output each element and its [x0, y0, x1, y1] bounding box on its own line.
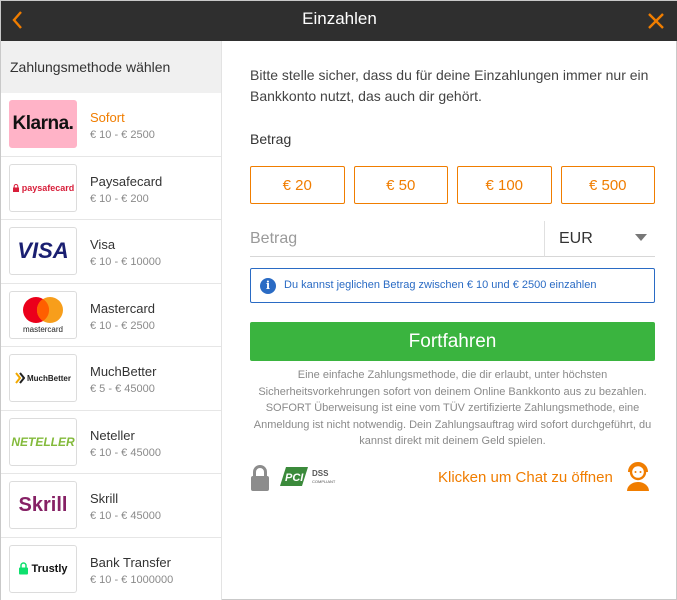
payment-method-sofort[interactable]: Klarna. Sofort € 10 - € 2500	[1, 93, 221, 157]
mastercard-circles-icon	[23, 296, 63, 323]
page-title: Einzahlen	[302, 9, 377, 28]
payment-method-name: Neteller	[90, 427, 135, 443]
info-text: Du kannst jeglichen Betrag zwischen € 10…	[284, 279, 597, 291]
payment-method-range: € 10 - € 45000	[90, 446, 161, 459]
payment-method-range: € 10 - € 2500	[90, 129, 155, 141]
klarna-logo: Klarna.	[9, 100, 77, 148]
payment-method-visa[interactable]: VISA Visa € 10 - € 10000	[1, 220, 221, 284]
svg-text:DSS: DSS	[312, 469, 329, 478]
payment-method-name: MuchBetter	[90, 364, 157, 379]
payment-method-name: Mastercard	[90, 300, 156, 316]
payment-method-neteller[interactable]: NETELLER Neteller € 10 - € 45000	[1, 411, 221, 474]
payment-method-name: Skrill	[90, 491, 119, 506]
payment-method-bank-transfer[interactable]: Trustly Bank Transfer € 10 - € 1000000	[1, 538, 221, 600]
payment-method-name: Paysafecard	[90, 173, 163, 189]
payment-method-muchbetter[interactable]: MuchBetter MuchBetter € 5 - € 45000	[1, 347, 221, 411]
payment-method-paysafecard[interactable]: paysafecard Paysafecard € 10 - € 200	[1, 157, 221, 220]
payment-method-range: € 5 - € 45000	[90, 383, 155, 395]
open-chat-link[interactable]: Klicken um Chat zu öffnen	[438, 469, 613, 486]
neteller-logo: NETELLER	[9, 417, 77, 466]
pci-dss-logo: PCI DSS COMPLIANT	[280, 467, 336, 486]
continue-button[interactable]: Fortfahren	[250, 322, 655, 361]
amount-label: Betrag	[250, 131, 292, 147]
amount-info-box: i Du kannst jeglichen Betrag zwischen € …	[250, 268, 655, 303]
payment-method-name: Visa	[90, 237, 116, 252]
payment-method-name: Sofort	[90, 110, 125, 125]
preset-amount-button[interactable]: € 20	[250, 166, 345, 204]
payment-method-skrill[interactable]: Skrill Skrill € 10 - € 45000	[1, 474, 221, 538]
deposit-dialog: Einzahlen Zahlungsmethode wählen Klarna.…	[0, 0, 677, 600]
preset-amount-button[interactable]: € 500	[560, 166, 655, 204]
currency-value: EUR	[559, 230, 593, 247]
currency-select[interactable]: EUR	[544, 221, 655, 257]
sidebar-title: Zahlungsmethode wählen	[1, 41, 221, 93]
muchbetter-mark-icon	[15, 372, 25, 384]
payment-method-range: € 10 - € 1000000	[90, 573, 174, 586]
amount-presets: € 20 € 50 € 100 € 500	[250, 166, 655, 204]
payment-method-range: € 10 - € 10000	[90, 256, 161, 268]
payment-method-range: € 10 - € 200	[90, 192, 149, 205]
preset-amount-button[interactable]: € 100	[457, 166, 552, 204]
padlock-icon	[251, 465, 269, 491]
header-bar: Einzahlen	[1, 1, 677, 41]
lock-icon	[19, 562, 29, 575]
lock-icon	[12, 183, 19, 192]
payment-method-range: € 10 - € 2500	[90, 319, 155, 332]
svg-text:COMPLIANT: COMPLIANT	[312, 479, 336, 484]
svg-text:PCI: PCI	[285, 472, 304, 484]
skrill-logo: Skrill	[9, 481, 77, 529]
payment-method-range: € 10 - € 45000	[90, 510, 161, 522]
payment-method-name: Bank Transfer	[90, 554, 171, 570]
method-description: Eine einfache Zahlungsmethode, die dir e…	[253, 369, 652, 447]
trustly-logo: Trustly	[9, 544, 77, 593]
amount-input-row: EUR	[250, 221, 655, 257]
info-icon: i	[260, 278, 276, 294]
paysafecard-logo: paysafecard	[9, 163, 77, 212]
payment-method-mastercard[interactable]: mastercard Mastercard € 10 - € 2500	[1, 284, 221, 347]
mastercard-logo: mastercard	[9, 290, 77, 339]
footer-row: PCI DSS COMPLIANT Klicken um Chat zu öff…	[250, 461, 655, 497]
payment-method-sidebar: Zahlungsmethode wählen Klarna. Sofort € …	[1, 41, 222, 600]
preset-amount-button[interactable]: € 50	[353, 166, 448, 204]
close-icon[interactable]	[644, 9, 668, 33]
muchbetter-logo: MuchBetter	[9, 354, 77, 402]
amount-input[interactable]	[250, 221, 544, 257]
support-agent-icon[interactable]	[624, 462, 652, 492]
visa-logo: VISA	[9, 227, 77, 275]
caret-down-icon	[635, 234, 647, 241]
account-notice: Bitte stelle sicher, dass du für deine E…	[250, 67, 649, 104]
